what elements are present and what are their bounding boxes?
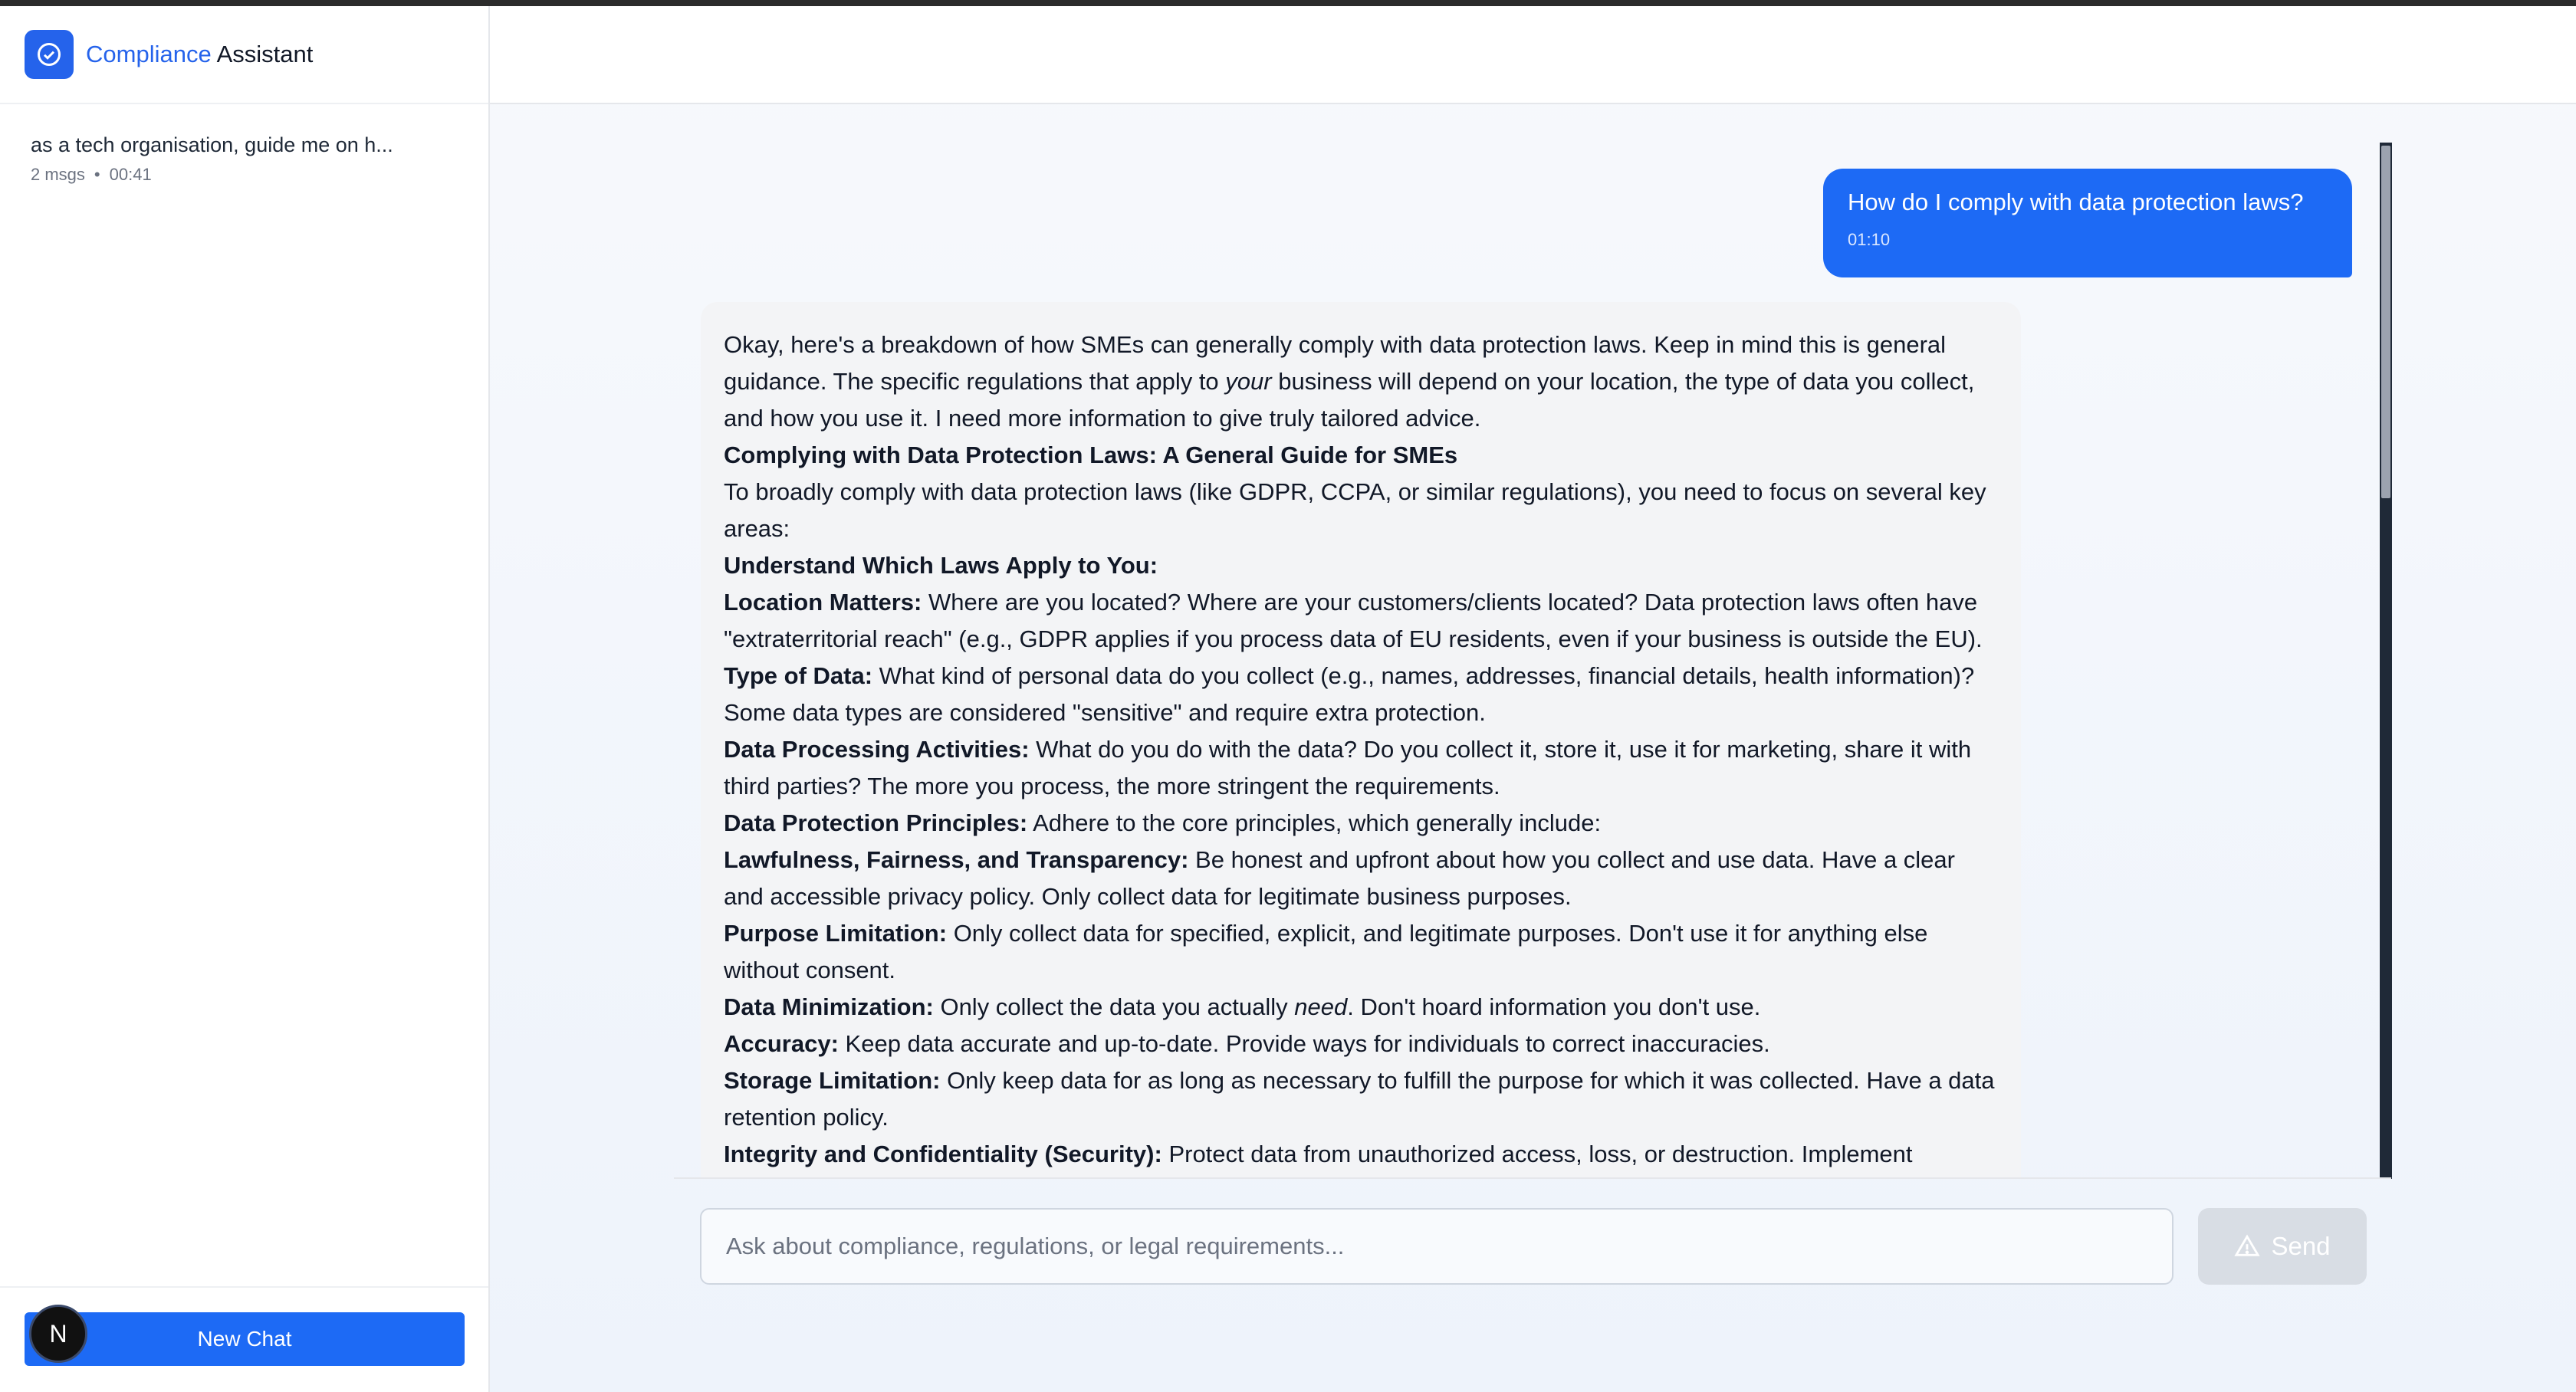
app-title-rest: Assistant — [211, 41, 314, 67]
new-chat-button[interactable]: New Chat — [25, 1312, 465, 1366]
guide-item: Integrity and Confidentiality (Security)… — [724, 1136, 1998, 1173]
conversation-item[interactable]: as a tech organisation, guide me on h...… — [0, 104, 488, 185]
main-panel: How do I comply with data protection law… — [490, 6, 2576, 1392]
user-message-bubble: How do I comply with data protection law… — [1823, 169, 2352, 277]
guide-item: Data Minimization: Only collect the data… — [724, 989, 1998, 1026]
conversation-count: 2 msgs — [31, 165, 85, 184]
conversation-time: 00:41 — [109, 165, 152, 184]
item-label: Purpose Limitation: — [724, 920, 948, 947]
send-label: Send — [2271, 1232, 2331, 1260]
assistant-heading: Complying with Data Protection Laws: A G… — [724, 437, 1998, 474]
meta-separator: • — [94, 165, 100, 184]
guide-item: Data Protection Principles: Adhere to th… — [724, 805, 1998, 842]
item-label: Data Minimization: — [724, 993, 934, 1020]
composer-divider — [674, 1177, 2391, 1179]
item-label: Accuracy: — [724, 1030, 839, 1057]
chat-viewport: How do I comply with data protection law… — [490, 6, 2576, 1177]
item-text: Only collect the data you actually — [933, 993, 1295, 1020]
intro-emphasis: your — [1225, 368, 1272, 395]
guide-item: Accuracy: Keep data accurate and up-to-d… — [724, 1026, 1998, 1062]
app-title-accent: Compliance — [86, 41, 212, 67]
item-text: Protect data from unauthorized access, l… — [1162, 1141, 1913, 1167]
warning-triangle-icon — [2234, 1233, 2261, 1259]
conversation-title: as a tech organisation, guide me on h... — [31, 133, 393, 156]
item-text: Keep data accurate and up-to-date. Provi… — [838, 1030, 1770, 1057]
heading-text: Complying with Data Protection Laws: A G… — [724, 442, 1458, 468]
avatar[interactable]: N — [29, 1305, 87, 1363]
window-top-bar — [0, 0, 2576, 6]
chat-scrollbar-thumb[interactable] — [2381, 146, 2390, 498]
item-label: Location Matters: — [724, 589, 922, 616]
section-title-text: Understand Which Laws Apply to You: — [724, 552, 1158, 579]
item-label: Storage Limitation: — [724, 1067, 941, 1094]
item-text: Adhere to the core principles, which gen… — [1027, 809, 1602, 836]
guide-item: Data Processing Activities: What do you … — [724, 731, 1998, 805]
sidebar-footer: New Chat N — [0, 1286, 488, 1392]
check-circle-icon — [25, 30, 74, 79]
item-text: . Don't hoard information you don't use. — [1347, 993, 1761, 1020]
item-emphasis: need — [1294, 993, 1348, 1020]
assistant-intro: Okay, here's a breakdown of how SMEs can… — [724, 327, 1998, 437]
guide-item: Location Matters: Where are you located?… — [724, 584, 1998, 658]
sidebar: Compliance Assistant as a tech organisat… — [0, 6, 490, 1392]
guide-item: Storage Limitation: Only keep data for a… — [724, 1062, 1998, 1136]
item-label: Integrity and Confidentiality (Security)… — [724, 1141, 1162, 1167]
user-message-text: How do I comply with data protection law… — [1848, 189, 2304, 215]
message-input[interactable] — [700, 1208, 2174, 1285]
item-label: Data Processing Activities: — [724, 736, 1030, 763]
guide-item: Type of Data: What kind of personal data… — [724, 658, 1998, 731]
assistant-message-bubble: Okay, here's a breakdown of how SMEs can… — [701, 302, 2021, 1177]
guide-item: Lawfulness, Fairness, and Transparency: … — [724, 842, 1998, 915]
user-message-time: 01:10 — [1848, 230, 1891, 249]
item-label: Lawfulness, Fairness, and Transparency: — [724, 846, 1189, 873]
item-label: Data Protection Principles: — [724, 809, 1028, 836]
conversation-meta: 2 msgs • 00:41 — [31, 165, 458, 185]
item-label: Type of Data: — [724, 662, 873, 689]
assistant-lead: To broadly comply with data protection l… — [724, 478, 1986, 542]
item-text: What kind of personal data do you collec… — [724, 662, 1975, 726]
brand-header: Compliance Assistant — [0, 6, 488, 104]
app-title: Compliance Assistant — [86, 41, 313, 68]
send-button[interactable]: Send — [2198, 1208, 2367, 1285]
guide-item: Purpose Limitation: Only collect data fo… — [724, 915, 1998, 989]
section-title: Understand Which Laws Apply to You: — [724, 547, 1998, 584]
